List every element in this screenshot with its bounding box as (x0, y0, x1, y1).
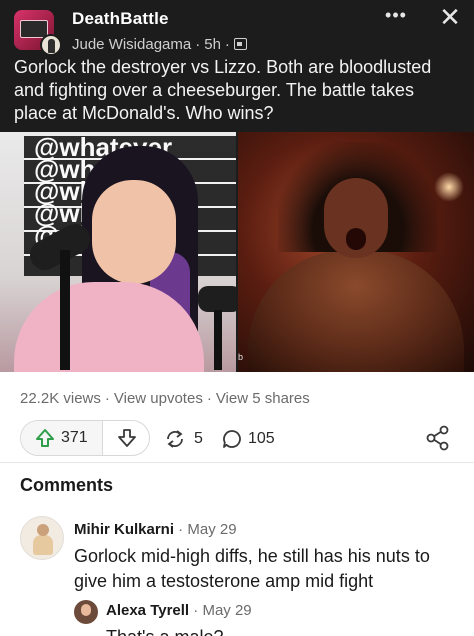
image-corner-mark: b (238, 352, 244, 362)
post-card: DeathBattle Jude Wisidagama · 5h · ••• ✕ Go… (0, 0, 474, 372)
vote-control: 371 (20, 420, 150, 456)
author-avatar[interactable] (40, 34, 62, 56)
reply-date: May 29 (202, 602, 252, 619)
post-image-right[interactable] (238, 132, 474, 372)
calendar-icon (233, 38, 247, 50)
comment-avatar[interactable] (20, 516, 64, 560)
share-out-icon (426, 425, 449, 451)
comment-author[interactable]: Mihir Kulkarni (74, 521, 174, 538)
divider (0, 462, 474, 463)
more-options-button[interactable]: ••• (382, 6, 410, 28)
comment-author-line: Mihir Kulkarni · May 29 (74, 521, 237, 538)
reshare-button[interactable]: 5 (162, 424, 210, 452)
reply-text: That's a male? (106, 626, 224, 636)
post-stats: 22.2K views · View upvotes · View 5 shares (20, 390, 310, 407)
view-upvotes-link[interactable]: View upvotes (114, 390, 203, 407)
post-meta: Jude Wisidagama · 5h · (72, 36, 247, 53)
reply-author[interactable]: Alexa Tyrell (106, 602, 189, 619)
comment-icon (223, 430, 241, 448)
reshare-icon (167, 430, 183, 448)
comments-heading: Comments (20, 475, 114, 495)
view-shares-link[interactable]: View 5 shares (216, 390, 310, 407)
share-button[interactable] (424, 424, 452, 452)
downvote-icon (118, 429, 136, 447)
comment-date: May 29 (187, 521, 237, 538)
upvote-button[interactable]: 371 (21, 421, 103, 455)
upvote-count: 371 (61, 429, 88, 446)
reply-avatar[interactable] (74, 600, 98, 624)
comment-button[interactable]: 105 (220, 424, 290, 452)
upvote-icon (36, 429, 54, 447)
views-count: 22.2K views (20, 390, 101, 407)
post-header: DeathBattle Jude Wisidagama · 5h · ••• ✕ (14, 2, 461, 56)
reshare-count: 5 (194, 430, 203, 447)
post-time: 5h (204, 36, 221, 53)
group-name[interactable]: DeathBattle (72, 9, 169, 29)
reply-author-line: Alexa Tyrell · May 29 (106, 602, 252, 619)
downvote-button[interactable] (103, 421, 149, 455)
post-body-text: Gorlock the destroyer vs Lizzo. Both are… (14, 57, 432, 123)
post-image-left[interactable]: @whatever @whatever @whatever @whatever … (0, 132, 236, 372)
author-name[interactable]: Jude Wisidagama (72, 36, 191, 53)
comment-text: Gorlock mid-high diffs, he still has his… (74, 546, 430, 591)
comment-count: 105 (248, 430, 275, 447)
close-button[interactable]: ✕ (436, 2, 464, 32)
